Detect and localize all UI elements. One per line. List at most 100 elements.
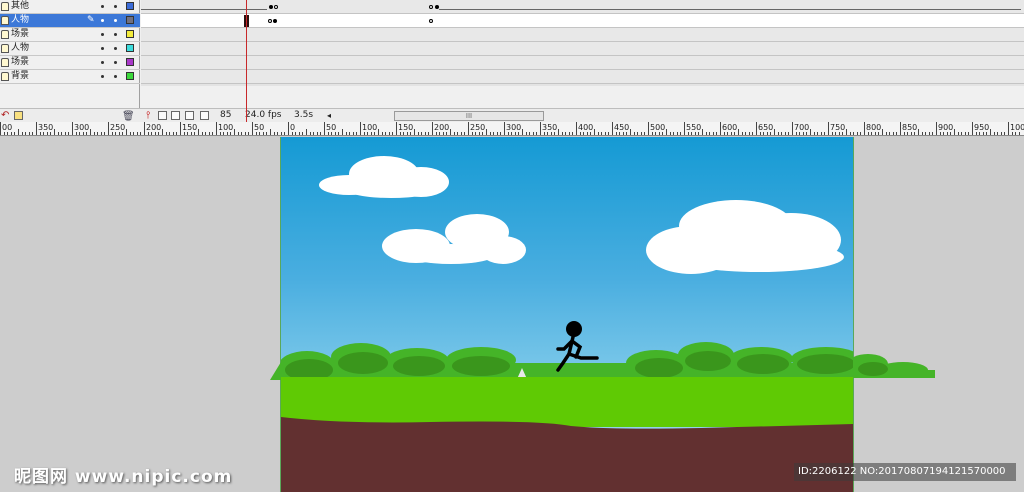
- layer-name: 场景: [11, 57, 30, 67]
- timeline-scrollbar[interactable]: III: [394, 111, 544, 121]
- ruler-tick: [144, 122, 145, 135]
- lock-dot[interactable]: [114, 33, 117, 36]
- ruler-label: 50: [326, 123, 337, 132]
- ruler-tick: [43, 132, 45, 135]
- keyframe[interactable]: [268, 19, 272, 23]
- outline-color-swatch[interactable]: [126, 44, 134, 52]
- onion-outline-icon[interactable]: [171, 111, 180, 120]
- running-stick-figure[interactable]: [281, 137, 853, 492]
- visibility-dot[interactable]: [101, 75, 104, 78]
- ruler-tick: [25, 132, 27, 135]
- ruler-tick: [576, 122, 577, 135]
- add-folder-icon[interactable]: [14, 111, 23, 120]
- keyframe[interactable]: [429, 5, 433, 9]
- ruler-tick: [637, 132, 639, 135]
- ruler-tick: [594, 129, 595, 135]
- ruler-tick: [590, 132, 592, 135]
- ruler-tick: [313, 132, 315, 135]
- layer-icon: [1, 44, 9, 53]
- horizontal-ruler: 00 350 300 250 200 150 100 50 0 50 100 150 200 250 300…: [0, 122, 1024, 136]
- keyframe[interactable]: [273, 19, 277, 23]
- ruler-tick: [100, 132, 102, 135]
- layer-row-background[interactable]: 背景: [0, 70, 140, 84]
- ruler-tick: [968, 132, 970, 135]
- ruler-tick: [194, 132, 196, 135]
- frame-row[interactable]: [141, 56, 1024, 70]
- ruler-tick: [122, 132, 124, 135]
- ruler-tick: [79, 132, 81, 135]
- lock-dot[interactable]: [114, 75, 117, 78]
- keyframe[interactable]: [274, 5, 278, 9]
- lock-dot[interactable]: [114, 61, 117, 64]
- ruler-tick: [680, 132, 682, 135]
- ruler-label: 900: [938, 123, 954, 132]
- layer-row-character[interactable]: 人物 ✎: [0, 14, 140, 28]
- playhead[interactable]: [246, 0, 247, 122]
- ruler-tick: [568, 132, 570, 135]
- ruler-tick: [291, 132, 293, 135]
- frame-row[interactable]: [141, 70, 1024, 84]
- frame-row[interactable]: [141, 28, 1024, 42]
- frame-rate: 24.0 fps: [245, 110, 282, 120]
- outline-color-swatch[interactable]: [126, 2, 134, 10]
- visibility-dot[interactable]: [101, 61, 104, 64]
- ruler-tick: [828, 122, 829, 135]
- ruler-tick: [280, 132, 282, 135]
- outline-color-swatch[interactable]: [126, 30, 134, 38]
- layer-name: 人物: [11, 15, 30, 25]
- ruler-label: 350: [542, 123, 558, 132]
- ruler-tick: [856, 132, 858, 135]
- ruler-tick: [320, 132, 322, 135]
- ruler-tick: [579, 132, 581, 135]
- edit-multiple-frames-icon[interactable]: [185, 111, 194, 120]
- keyframe[interactable]: [269, 5, 273, 9]
- ruler-tick: [439, 132, 441, 135]
- ruler-tick: [64, 132, 66, 135]
- ruler-label: 100: [362, 123, 378, 132]
- ruler-tick: [219, 132, 221, 135]
- ruler-tick: [990, 129, 991, 135]
- ruler-tick: [349, 132, 351, 135]
- ruler-label: 500: [650, 123, 666, 132]
- ruler-tick: [417, 132, 419, 135]
- ruler-tick: [334, 132, 336, 135]
- outline-color-swatch[interactable]: [126, 72, 134, 80]
- ruler-tick: [489, 132, 491, 135]
- layer-icon: [1, 30, 9, 39]
- ruler-tick: [126, 129, 127, 135]
- ruler-tick: [705, 132, 707, 135]
- ruler-tick: [457, 132, 459, 135]
- ruler-tick: [230, 132, 232, 135]
- add-layer-icon[interactable]: ↶: [1, 109, 9, 122]
- outline-color-swatch[interactable]: [126, 16, 134, 24]
- layer-row-scene[interactable]: 场景: [0, 28, 140, 42]
- outline-color-swatch[interactable]: [126, 58, 134, 66]
- ruler-tick: [709, 132, 711, 135]
- layer-row-other[interactable]: 其他: [0, 0, 140, 14]
- ruler-tick: [399, 132, 401, 135]
- modify-onion-markers-icon[interactable]: [200, 111, 209, 120]
- visibility-dot[interactable]: [101, 47, 104, 50]
- frame-row[interactable]: [141, 0, 1024, 14]
- lock-dot[interactable]: [114, 47, 117, 50]
- ruler-tick: [806, 132, 808, 135]
- scroll-left-arrow-icon[interactable]: ◂: [327, 109, 331, 122]
- center-frame-icon[interactable]: ⫯: [146, 109, 150, 122]
- layer-row-character-2[interactable]: 人物: [0, 42, 140, 56]
- lock-dot[interactable]: [114, 19, 117, 22]
- lock-dot[interactable]: [114, 5, 117, 8]
- frame-row[interactable]: [141, 14, 1024, 28]
- frame-row[interactable]: [141, 42, 1024, 56]
- visibility-dot[interactable]: [101, 33, 104, 36]
- ruler-tick: [327, 132, 329, 135]
- ruler-tick: [957, 132, 959, 135]
- frame-grid[interactable]: [141, 0, 1024, 86]
- ruler-tick: [655, 132, 657, 135]
- visibility-dot[interactable]: [101, 19, 104, 22]
- visibility-dot[interactable]: [101, 5, 104, 8]
- keyframe[interactable]: [429, 19, 433, 23]
- ruler-tick: [928, 132, 930, 135]
- onion-skin-icon[interactable]: [158, 111, 167, 120]
- layer-row-scene-2[interactable]: 场景: [0, 56, 140, 70]
- stage[interactable]: [281, 137, 853, 492]
